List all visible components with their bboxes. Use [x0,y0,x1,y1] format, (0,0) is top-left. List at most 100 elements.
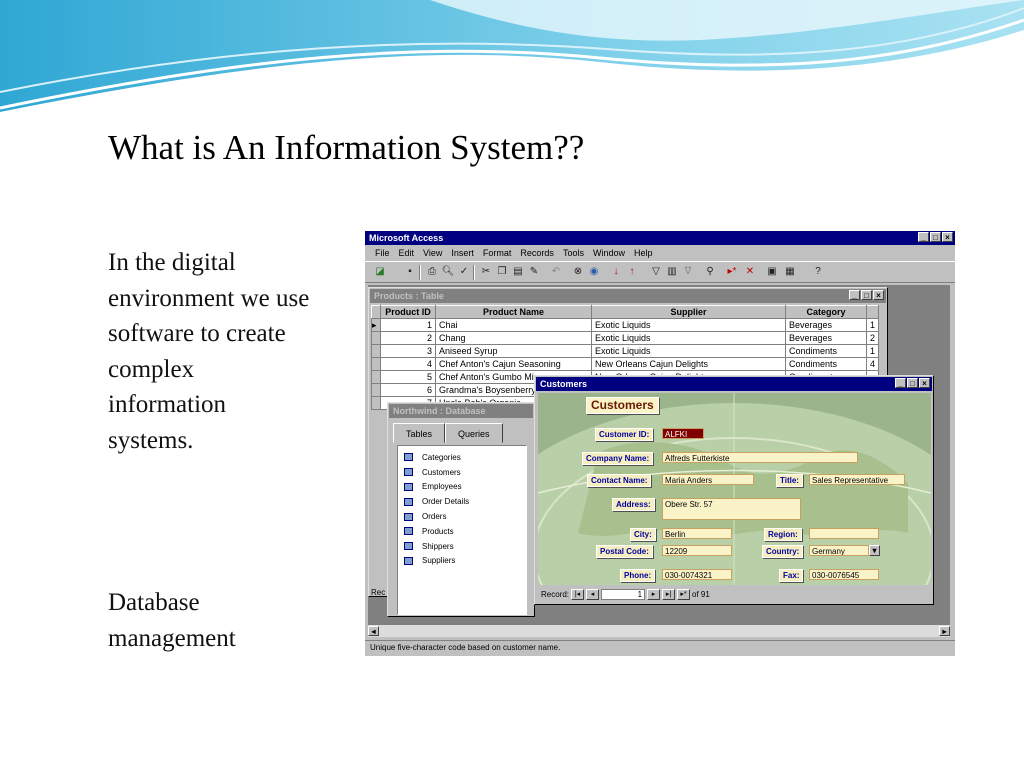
menu-item-help[interactable]: Help [634,246,653,260]
record-number-input[interactable]: 1 [601,588,646,600]
list-item[interactable]: Suppliers [398,554,526,569]
fax-field[interactable]: 030-0076545 [809,569,879,580]
city-field[interactable]: Berlin [662,528,732,539]
menu-item-tools[interactable]: Tools [563,246,584,260]
menu-item-window[interactable]: Window [593,246,625,260]
cell[interactable]: Condiments [785,344,867,358]
country-dropdown-chevron-down-icon[interactable]: ▾ [869,545,880,556]
table-row[interactable]: ▸ 1 Chai Exotic Liquids Beverages 1 [371,318,880,332]
row-selector[interactable] [371,331,381,345]
delete-record-icon[interactable]: ✕ [743,265,757,279]
minimize-icon[interactable]: _ [895,378,906,388]
cell[interactable]: Beverages [785,318,867,332]
cell[interactable]: 4 [865,357,880,371]
cell[interactable]: 2 [865,331,880,345]
previous-record-icon[interactable]: ◂ [586,588,600,600]
contact-name-field[interactable]: Maria Anders [662,474,754,485]
view-icon[interactable]: ◪ [373,265,387,279]
apply-filter-icon[interactable]: ∇ [681,265,695,279]
menu-item-insert[interactable]: Insert [451,246,474,260]
properties-icon[interactable]: ▣ [765,265,779,279]
print-icon[interactable]: ⎙ [425,265,439,279]
close-icon[interactable]: × [873,290,884,300]
current-record-indicator[interactable]: ▸ [371,318,381,332]
table-row[interactable]: 4 Chef Anton's Cajun Seasoning New Orlea… [371,357,880,371]
minimize-icon[interactable]: _ [849,290,860,300]
tab-tables[interactable]: Tables [393,423,446,443]
cell[interactable]: New Orleans Cajun Delights [591,357,786,371]
cell[interactable]: 1 [865,318,880,332]
cut-icon[interactable]: ✂ [479,265,493,279]
undo-icon[interactable]: ↶ [549,265,563,279]
cell[interactable]: 5 [380,370,436,384]
cell[interactable]: 6 [380,383,436,397]
cell[interactable]: Chef Anton's Cajun Seasoning [435,357,592,371]
cell[interactable]: Exotic Liquids [591,318,786,332]
menu-item-format[interactable]: Format [483,246,512,260]
spelling-icon[interactable]: ✓ [457,265,471,279]
new-record-icon[interactable]: ▸* [725,265,739,279]
maximize-icon[interactable]: □ [907,378,918,388]
column-header[interactable]: Product Name [435,305,592,319]
copy-icon[interactable]: ❐ [495,265,509,279]
horizontal-scrollbar[interactable]: ◂ ▸ [368,625,950,637]
cell[interactable]: 1 [865,344,880,358]
customers-form-window[interactable]: Customers _ □ × Customers Customer ID: A [534,375,934,605]
address-field[interactable]: Obere Str. 57 [662,498,801,520]
list-item[interactable]: Products [398,524,526,539]
menu-item-view[interactable]: View [423,246,442,260]
last-record-icon[interactable]: ▸| [662,588,676,600]
close-icon[interactable]: × [942,232,953,242]
first-record-icon[interactable]: |◂ [571,588,585,600]
filter-by-form-icon[interactable]: ▥ [665,265,679,279]
cell[interactable]: Chai [435,318,592,332]
menu-item-records[interactable]: Records [520,246,554,260]
filter-by-selection-icon[interactable]: ▽ [649,265,663,279]
database-window-icon[interactable]: ▦ [783,265,797,279]
row-selector[interactable] [371,383,381,397]
region-field[interactable] [809,528,879,539]
postal-code-field[interactable]: 12209 [662,545,732,556]
list-item[interactable]: Customers [398,465,526,480]
paste-icon[interactable]: ▤ [511,265,525,279]
sort-ascending-icon[interactable]: ↓ [609,265,623,279]
maximize-icon[interactable]: □ [930,232,941,242]
scroll-right-icon[interactable]: ▸ [939,626,950,636]
customer-id-field[interactable]: ALFKI [662,428,704,439]
list-item[interactable]: Employees [398,480,526,495]
table-row[interactable]: 2 Chang Exotic Liquids Beverages 2 [371,331,880,345]
menu-item-file[interactable]: File [375,246,390,260]
list-item[interactable]: Categories [398,450,526,465]
column-header[interactable]: Category [785,305,867,319]
help-icon[interactable]: ? [811,265,825,279]
format-painter-icon[interactable]: ✎ [527,265,541,279]
next-record-icon[interactable]: ▸ [647,588,661,600]
minimize-icon[interactable]: _ [918,232,929,242]
cell[interactable]: Beverages [785,331,867,345]
new-record-icon[interactable]: ▸* [677,588,691,600]
hyperlink-icon[interactable]: ⊗ [571,265,585,279]
close-icon[interactable]: × [919,378,930,388]
cell[interactable]: 3 [380,344,436,358]
company-name-field[interactable]: Alfreds Futterkiste [662,452,858,463]
list-item[interactable]: Orders [398,509,526,524]
cell[interactable]: 4 [380,357,436,371]
column-header[interactable]: Supplier [591,305,786,319]
maximize-icon[interactable]: □ [861,290,872,300]
list-item[interactable]: Order Details [398,494,526,509]
title-field[interactable]: Sales Representative [809,474,905,485]
phone-field[interactable]: 030-0074321 [662,569,732,580]
northwind-database-window[interactable]: Northwind : Database Tables Queries Cate… [387,402,535,617]
cell[interactable]: 2 [380,331,436,345]
cell[interactable]: Aniseed Syrup [435,344,592,358]
cell[interactable]: Exotic Liquids [591,331,786,345]
column-header[interactable]: Product ID [380,305,436,319]
table-row[interactable]: 3 Aniseed Syrup Exotic Liquids Condiment… [371,344,880,358]
find-icon[interactable]: ⚲ [703,265,717,279]
web-toolbar-icon[interactable]: ◉ [587,265,601,279]
row-selector[interactable] [371,357,381,371]
cell[interactable]: 1 [380,318,436,332]
country-field[interactable]: Germany [809,545,869,556]
tab-queries[interactable]: Queries [445,423,503,443]
cell[interactable]: Condiments [785,357,867,371]
